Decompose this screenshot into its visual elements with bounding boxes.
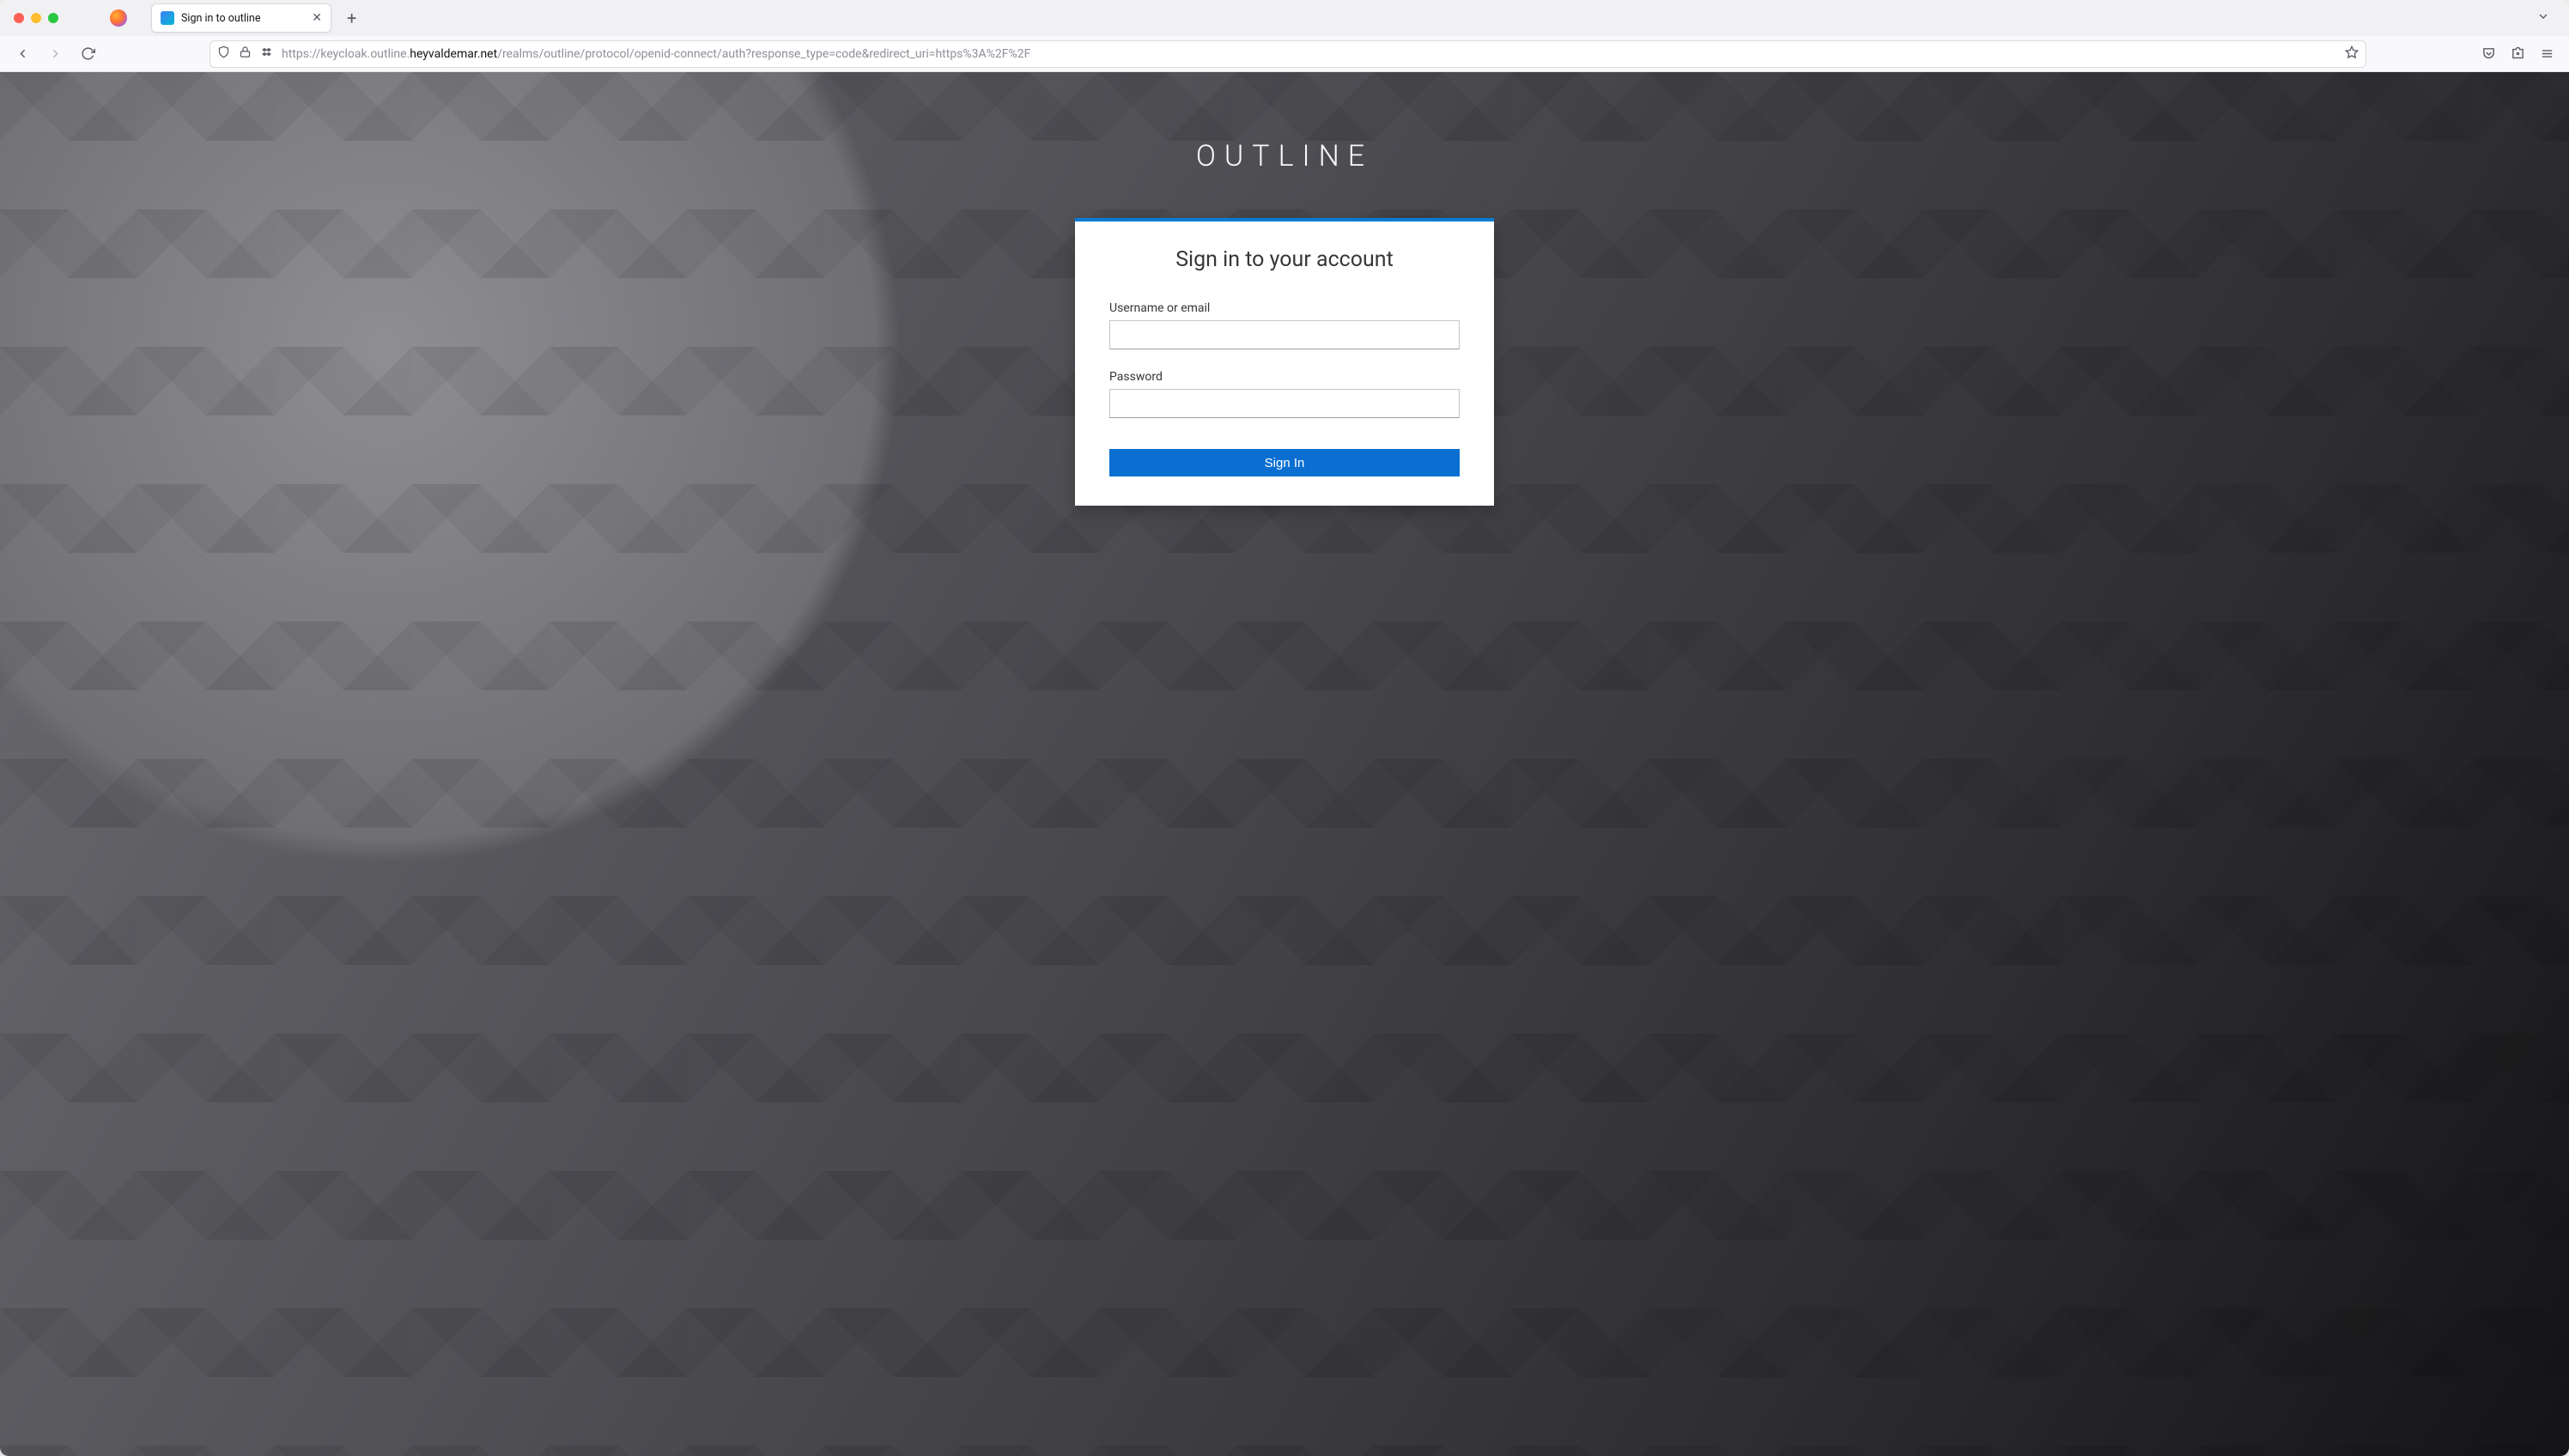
- url-path: /realms/outline/protocol/openid-connect/…: [497, 47, 1030, 61]
- url-host: heyvaldemar.net: [410, 47, 497, 61]
- tab-close-icon[interactable]: ✕: [312, 12, 322, 24]
- tab-title: Sign in to outline: [181, 12, 305, 25]
- url-text: https://keycloak.outline.heyvaldemar.net…: [282, 47, 2336, 61]
- page-content: OUTLINE Sign in to your account Username…: [0, 72, 2569, 1456]
- sign-in-button[interactable]: Sign In: [1109, 449, 1460, 476]
- lock-icon: [239, 46, 252, 62]
- window-zoom-icon[interactable]: [48, 13, 58, 23]
- password-label: Password: [1109, 370, 1460, 384]
- shield-icon: [217, 46, 230, 62]
- forward-button: [41, 40, 69, 68]
- new-tab-button[interactable]: +: [340, 8, 363, 28]
- back-button[interactable]: [9, 40, 36, 68]
- password-input[interactable]: [1109, 389, 1460, 418]
- tab-active[interactable]: Sign in to outline ✕: [151, 3, 331, 33]
- username-field: Username or email: [1109, 301, 1460, 349]
- pocket-button[interactable]: [2475, 40, 2502, 68]
- url-bar[interactable]: https://keycloak.outline.heyvaldemar.net…: [210, 40, 2366, 68]
- permissions-icon: [260, 46, 273, 62]
- realm-title: OUTLINE: [1196, 139, 1373, 173]
- window-controls: [14, 13, 58, 23]
- site-identity[interactable]: [217, 46, 273, 62]
- app-menu-button[interactable]: [2533, 40, 2560, 68]
- browser-window: Sign in to outline ✕ + https://keycloak.: [0, 0, 2569, 1456]
- tab-strip: Sign in to outline ✕ +: [0, 0, 2569, 36]
- login-card: Sign in to your account Username or emai…: [1075, 218, 1494, 506]
- tab-list-button[interactable]: [2526, 9, 2560, 27]
- password-field: Password: [1109, 370, 1460, 418]
- extensions-button[interactable]: [2504, 40, 2531, 68]
- firefox-logo-icon: [110, 9, 127, 27]
- url-prefix: https://keycloak.outline.: [282, 47, 410, 61]
- tab-favicon-icon: [161, 11, 174, 25]
- card-heading: Sign in to your account: [1109, 247, 1460, 272]
- window-close-icon[interactable]: [14, 13, 24, 23]
- username-label: Username or email: [1109, 301, 1460, 315]
- nav-toolbar: https://keycloak.outline.heyvaldemar.net…: [0, 36, 2569, 72]
- username-input[interactable]: [1109, 320, 1460, 349]
- bookmark-star-icon[interactable]: [2345, 46, 2359, 63]
- window-minimize-icon[interactable]: [31, 13, 41, 23]
- reload-button[interactable]: [74, 40, 101, 68]
